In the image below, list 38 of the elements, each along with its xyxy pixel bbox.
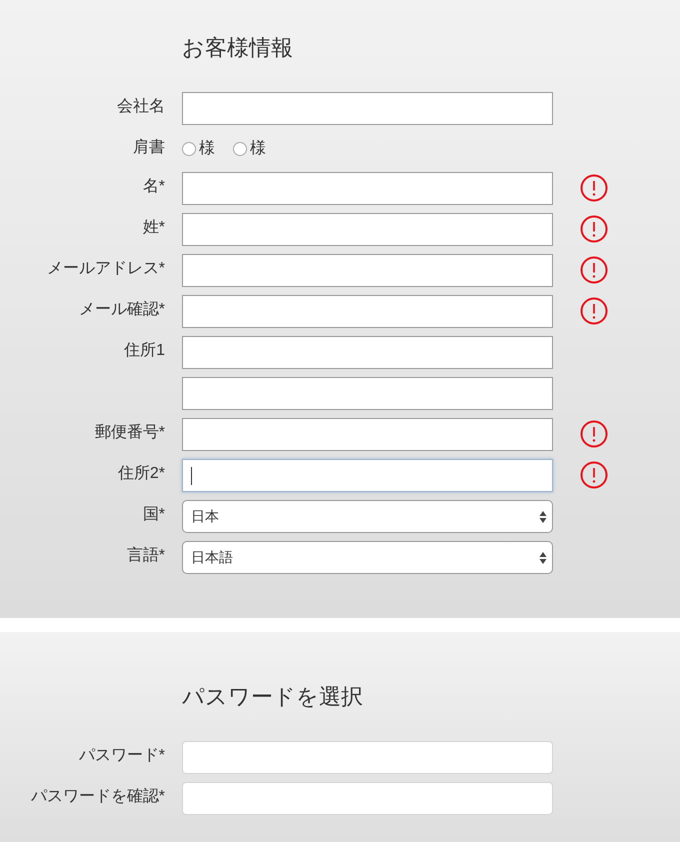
error-icon bbox=[580, 174, 608, 202]
input-field[interactable] bbox=[182, 213, 553, 246]
field-label: メールアドレス* bbox=[46, 259, 165, 279]
error-icon bbox=[580, 256, 608, 284]
field-label: 肩書 bbox=[132, 138, 165, 158]
input-field[interactable] bbox=[182, 172, 553, 205]
field-label: パスワードを確認* bbox=[30, 786, 165, 807]
field-label: 名* bbox=[142, 177, 165, 197]
sort-arrows-icon bbox=[539, 550, 547, 564]
input-field[interactable] bbox=[182, 295, 553, 328]
section-title: パスワードを選択 bbox=[182, 683, 363, 711]
radio-option[interactable]: 様 bbox=[233, 138, 266, 159]
error-icon bbox=[580, 215, 608, 243]
field-label: メール確認* bbox=[78, 300, 165, 320]
field-label: 会社名 bbox=[116, 96, 165, 117]
sort-arrows-icon bbox=[539, 510, 547, 524]
field-label: パスワード* bbox=[78, 746, 165, 766]
error-icon bbox=[580, 461, 608, 489]
field-label: 住所1 bbox=[123, 341, 165, 361]
field-label: 住所2* bbox=[116, 464, 165, 484]
field-label: 姓* bbox=[142, 218, 165, 238]
field-label: 国* bbox=[142, 505, 165, 525]
input-field[interactable] bbox=[182, 377, 553, 410]
input-field[interactable] bbox=[182, 741, 553, 774]
select-dropdown[interactable]: 日本 bbox=[182, 500, 553, 533]
select-dropdown[interactable]: 日本語 bbox=[182, 541, 553, 574]
input-field[interactable] bbox=[182, 254, 553, 287]
input-field[interactable] bbox=[182, 418, 553, 451]
input-field[interactable] bbox=[182, 92, 553, 125]
input-field[interactable] bbox=[182, 782, 553, 815]
error-icon bbox=[580, 420, 608, 448]
input-field[interactable] bbox=[182, 336, 553, 369]
field-label: 郵便番号* bbox=[94, 422, 165, 443]
input-field[interactable] bbox=[182, 459, 553, 492]
section-title: お客様情報 bbox=[182, 34, 293, 62]
radio-option[interactable]: 様 bbox=[182, 138, 215, 159]
error-icon bbox=[580, 297, 608, 325]
field-label: 言語* bbox=[126, 546, 165, 566]
